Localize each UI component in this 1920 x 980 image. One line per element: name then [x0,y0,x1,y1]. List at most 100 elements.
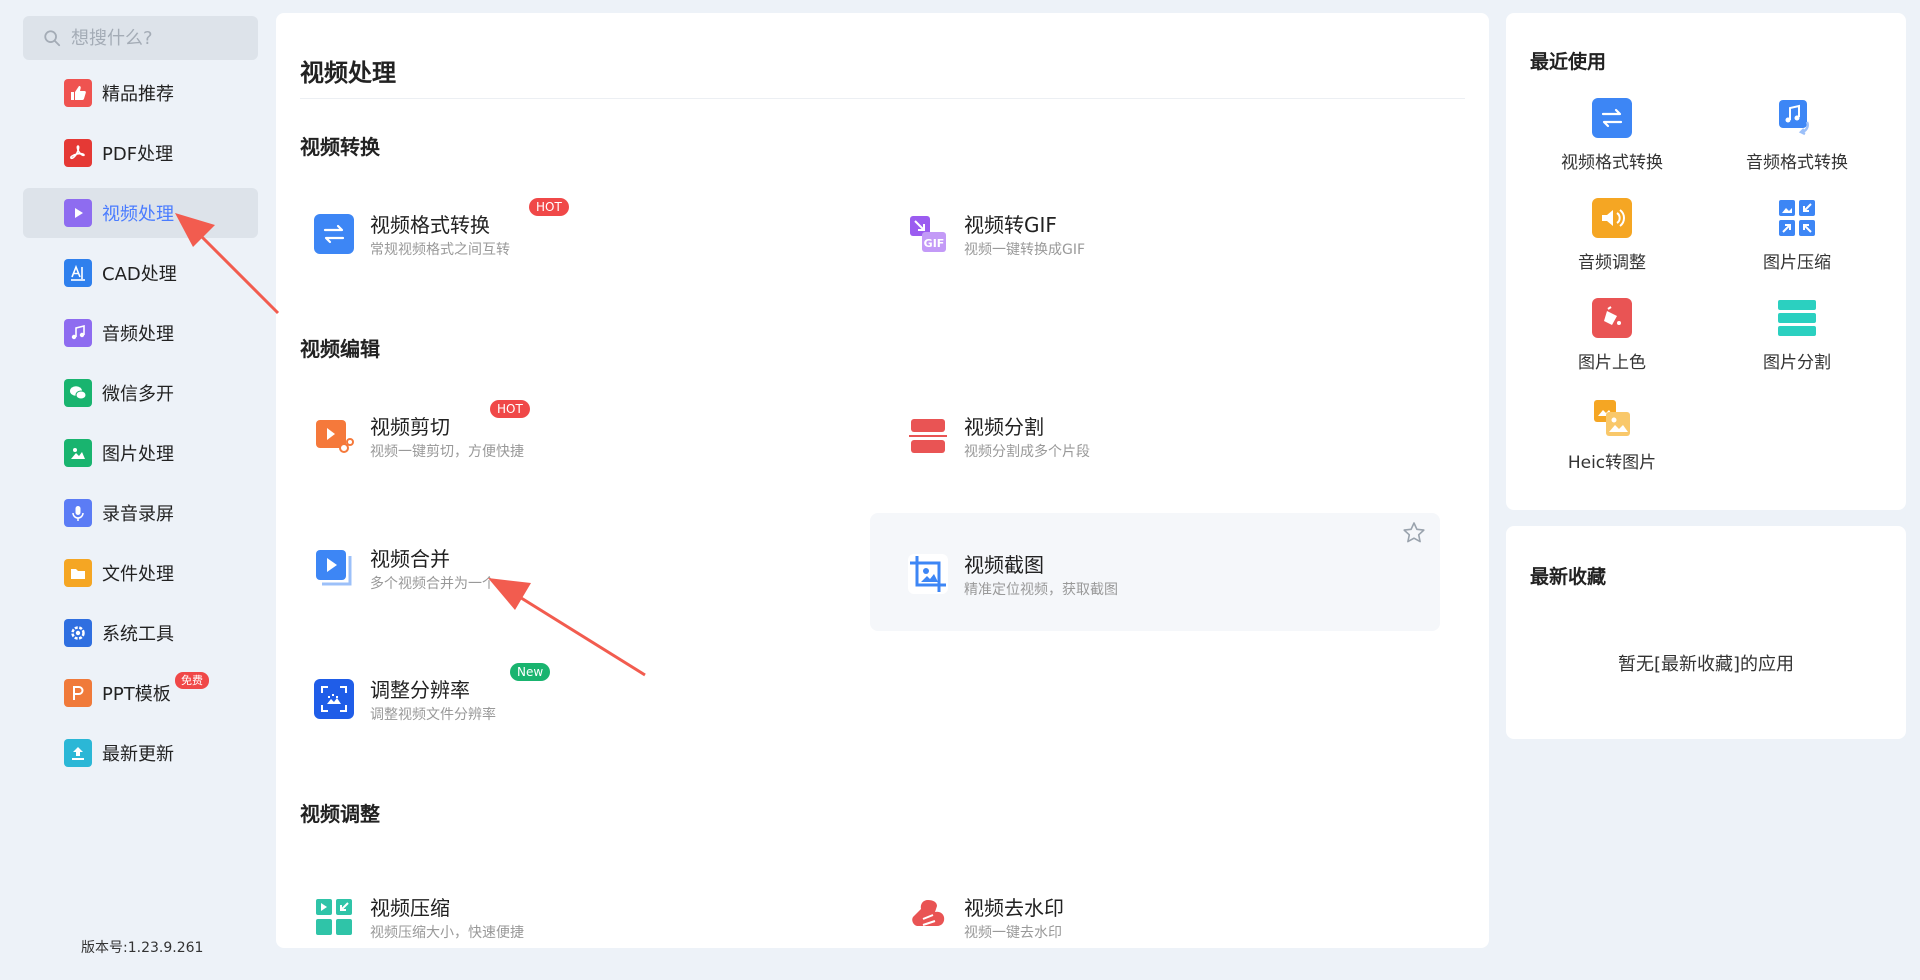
main-panel: 视频处理 视频转换 视频格式转换 HOT 常规视频格式之间互转 GIF 视频转G… [276,13,1489,948]
speaker-icon [1592,198,1632,238]
tool-card-video-to-gif[interactable]: GIF 视频转GIF 视频一键转换成GIF [870,173,1440,291]
recent-label: Heic转图片 [1567,453,1657,473]
sidebar-nav: 精品推荐 PDF处理 视频处理 CAD处理 音频处理 微信多开 图片处理 录音录… [23,68,258,788]
tool-desc: 视频一键去水印 [964,925,1062,941]
tool-card-adjust-resolution[interactable]: 调整分辨率 New 调整视频文件分辨率 [276,638,846,756]
tool-title: 视频合并 [370,547,450,571]
tool-desc: 常规视频格式之间互转 [370,242,510,258]
sidebar-item-wechat[interactable]: 微信多开 [23,368,258,418]
gif-icon: GIF [908,214,948,254]
recent-item-image-compress[interactable]: 图片压缩 [1712,198,1882,288]
recent-item-video-format-convert[interactable]: 视频格式转换 [1527,98,1697,188]
recent-title: 最近使用 [1530,51,1607,73]
tool-card-video-format-convert[interactable]: 视频格式转换 HOT 常规视频格式之间互转 [276,173,846,291]
music-convert-icon [1777,98,1817,138]
sidebar-item-label: 图片处理 [102,444,174,465]
sidebar-item-label: PPT模板 [102,684,171,705]
recent-item-audio-adjust[interactable]: 音频调整 [1527,198,1697,288]
scissors-icon [314,416,354,456]
tool-title: 视频剪切 [370,415,450,439]
pdf-icon [64,139,92,167]
sidebar: 精品推荐 PDF处理 视频处理 CAD处理 音频处理 [0,0,276,980]
sidebar-item-video[interactable]: 视频处理 [23,188,258,238]
hot-badge: HOT [529,198,569,216]
tool-title: 视频截图 [964,553,1044,577]
tool-desc: 精准定位视频，获取截图 [964,582,1118,598]
tool-card-video-split[interactable]: 视频分割 视频分割成多个片段 [870,375,1440,493]
paint-bucket-icon [1592,298,1632,338]
sidebar-item-label: 微信多开 [102,384,174,405]
sidebar-item-ppt[interactable]: PPT模板 免费 [23,668,258,718]
search-box[interactable] [23,16,258,60]
recent-item-audio-format-convert[interactable]: 音频格式转换 [1712,98,1882,188]
recent-item-heic-to-image[interactable]: Heic转图片 [1527,398,1697,488]
sidebar-item-label: 音频处理 [102,324,174,345]
gear-icon [64,619,92,647]
favorites-title: 最新收藏 [1530,566,1607,588]
search-input[interactable] [71,27,241,49]
favorites-panel: 最新收藏 暂无[最新收藏]的应用 [1506,526,1906,739]
wechat-icon [64,379,92,407]
sidebar-item-label: 文件处理 [102,564,174,585]
sidebar-item-file[interactable]: 文件处理 [23,548,258,598]
tool-desc: 视频分割成多个片段 [964,444,1090,460]
sidebar-item-label: 录音录屏 [102,504,174,525]
tool-card-video-merge[interactable]: 视频合并 多个视频合并为一个 [276,507,846,625]
sidebar-item-recommended[interactable]: 精品推荐 [23,68,258,118]
sidebar-item-system[interactable]: 系统工具 [23,608,258,658]
recent-label: 图片压缩 [1763,253,1831,273]
recent-item-image-colorize[interactable]: 图片上色 [1527,298,1697,388]
recent-item-image-split[interactable]: 图片分割 [1712,298,1882,388]
tool-desc: 视频压缩大小，快速便捷 [370,925,524,941]
section-title-edit: 视频编辑 [300,337,380,361]
tool-card-video-compress[interactable]: 视频压缩 视频压缩大小，快速便捷 [276,856,846,948]
svg-text:GIF: GIF [924,237,945,250]
sidebar-item-image[interactable]: 图片处理 [23,428,258,478]
sidebar-item-pdf[interactable]: PDF处理 [23,128,258,178]
sidebar-item-cad[interactable]: CAD处理 [23,248,258,298]
tool-card-remove-watermark[interactable]: 视频去水印 视频一键去水印 [870,856,1440,948]
split-icon [908,416,948,456]
upload-icon [64,739,92,767]
version-label: 版本号:1.23.9.261 [81,940,204,956]
divider [300,98,1465,99]
resolution-icon [314,679,354,719]
recent-panel: 最近使用 视频格式转换 音频格式转换 音频调整 图片压缩 图片上色 图片分割 H… [1506,13,1906,510]
heic-icon [1592,398,1632,438]
favorites-empty-text: 暂无[最新收藏]的应用 [1617,654,1795,675]
sidebar-item-audio[interactable]: 音频处理 [23,308,258,358]
swap-arrows-icon [1592,98,1632,138]
tool-title: 视频压缩 [370,896,450,920]
sidebar-item-label: CAD处理 [102,264,177,285]
hot-badge: HOT [490,400,530,418]
recent-label: 音频调整 [1578,253,1646,273]
tool-title: 视频分割 [964,415,1044,439]
music-icon [64,319,92,347]
ppt-icon [64,679,92,707]
star-icon[interactable] [1402,521,1426,545]
recent-label: 图片分割 [1763,353,1831,373]
sidebar-item-label: 系统工具 [102,624,174,645]
search-icon [44,30,61,47]
play-icon [64,199,92,227]
folder-icon [64,559,92,587]
new-badge: New [510,663,551,681]
sidebar-item-updates[interactable]: 最新更新 [23,728,258,778]
sidebar-item-label: 最新更新 [102,744,174,765]
thumbs-up-icon [64,79,92,107]
tool-card-video-screenshot[interactable]: 视频截图 精准定位视频，获取截图 [870,513,1440,631]
sidebar-item-record[interactable]: 录音录屏 [23,488,258,538]
watermark-icon [908,897,948,937]
tool-title: 视频格式转换 [370,213,490,237]
tool-card-video-cut[interactable]: 视频剪切 HOT 视频一键剪切，方便快捷 [276,375,846,493]
merge-icon [314,548,354,588]
section-title-convert: 视频转换 [300,135,380,159]
crop-icon [908,554,948,594]
swap-arrows-icon [314,214,354,254]
recent-label: 音频格式转换 [1746,153,1848,173]
tool-desc: 调整视频文件分辨率 [370,707,496,723]
sidebar-item-label: 精品推荐 [102,84,174,105]
image-split-icon [1777,298,1817,338]
image-icon [64,439,92,467]
sidebar-item-label: PDF处理 [102,144,174,165]
